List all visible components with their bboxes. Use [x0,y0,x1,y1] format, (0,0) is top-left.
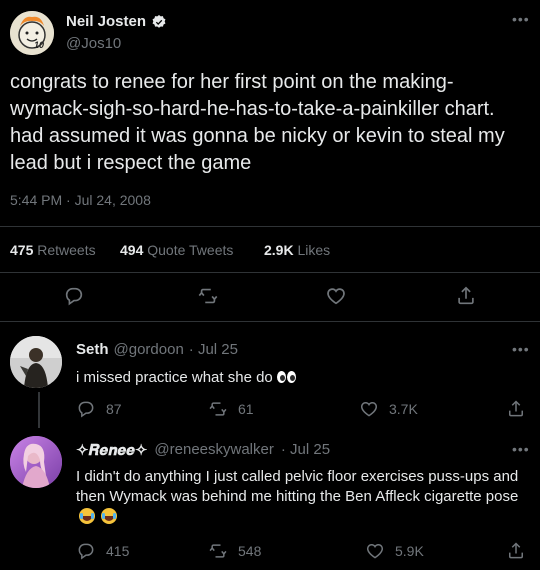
quotes-label: Quote Tweets [147,242,234,258]
retweet-count: 61 [238,401,254,417]
more-icon[interactable]: ••• [512,342,530,356]
share-icon[interactable] [506,399,526,419]
likes-label: Likes [297,242,331,258]
more-icon[interactable]: ••• [512,442,530,456]
author-handle[interactable]: @Jos10 [66,35,121,52]
divider [0,226,540,227]
reply-text: i missed practice what she do [76,369,273,386]
reply-icon [76,399,96,419]
likes-stat[interactable]: 2.9K Likes [264,242,330,258]
reply-author-name[interactable]: ✧𝑹𝒆𝒏𝒆𝒆✧ [76,441,147,459]
tweet-timestamp[interactable]: 5:44 PM · Jul 24, 2008 [10,192,151,208]
eyes-emoji-icon [276,369,297,386]
reply-text-row: i missed practice what she do [76,368,297,388]
reply-avatar[interactable] [10,336,62,388]
retweet-icon[interactable] [197,285,219,307]
verified-badge-icon [151,14,167,30]
retweet-action[interactable]: 548 [208,541,261,561]
reply-header: Seth @gordoon · Jul 25 [76,341,238,358]
retweet-action[interactable]: 61 [208,399,254,419]
like-count: 5.9K [395,543,424,559]
reply-text-row: I didn't do anything I just called pelvi… [76,467,528,527]
reply-date[interactable]: · Jul 25 [189,341,238,358]
reply-author-handle[interactable]: @reneeskywalker [154,441,273,459]
heart-icon [359,399,379,419]
author-avatar[interactable]: 10 [10,11,54,55]
author-name-row: Neil Josten [66,13,167,30]
retweets-stat[interactable]: 475 Retweets [10,242,96,258]
share-icon[interactable] [455,285,477,307]
reply-date[interactable]: · Jul 25 [281,441,330,459]
like-count: 3.7K [389,401,418,417]
reply-author-handle[interactable]: @gordoon [114,341,184,358]
like-action[interactable]: 5.9K [365,541,424,561]
heart-icon [365,541,385,561]
retweet-count: 548 [238,543,262,559]
reply-icon[interactable] [63,285,85,307]
reply-avatar[interactable] [10,436,62,488]
retweet-icon [208,541,228,561]
likes-count: 2.9K [264,242,294,258]
share-icon[interactable] [506,541,526,561]
reply-text: I didn't do anything I just called pelvi… [76,468,519,505]
laughing-emoji-icon [76,508,120,525]
reply-action[interactable]: 415 [76,541,129,561]
thread-line [38,392,40,428]
avatar-number: 10 [34,40,45,50]
more-icon[interactable]: ••• [512,12,530,26]
reply-header: ✧𝑹𝒆𝒏𝒆𝒆✧ @reneeskywalker · Jul 25 [76,441,330,459]
reply-author-name[interactable]: Seth [76,341,109,358]
heart-icon[interactable] [325,285,347,307]
divider [0,272,540,273]
retweets-count: 475 [10,242,34,258]
like-action[interactable]: 3.7K [359,399,418,419]
tweet-text: congrats to renee for her first point on… [10,71,505,174]
reply-count: 415 [106,543,130,559]
reply-count: 87 [106,401,122,417]
author-name[interactable]: Neil Josten [66,13,146,30]
retweets-label: Retweets [37,242,96,258]
divider [0,321,540,322]
reply-icon [76,541,96,561]
quotes-stat[interactable]: 494 Quote Tweets [120,242,233,258]
retweet-icon [208,399,228,419]
quotes-count: 494 [120,242,144,258]
reply-action[interactable]: 87 [76,399,122,419]
